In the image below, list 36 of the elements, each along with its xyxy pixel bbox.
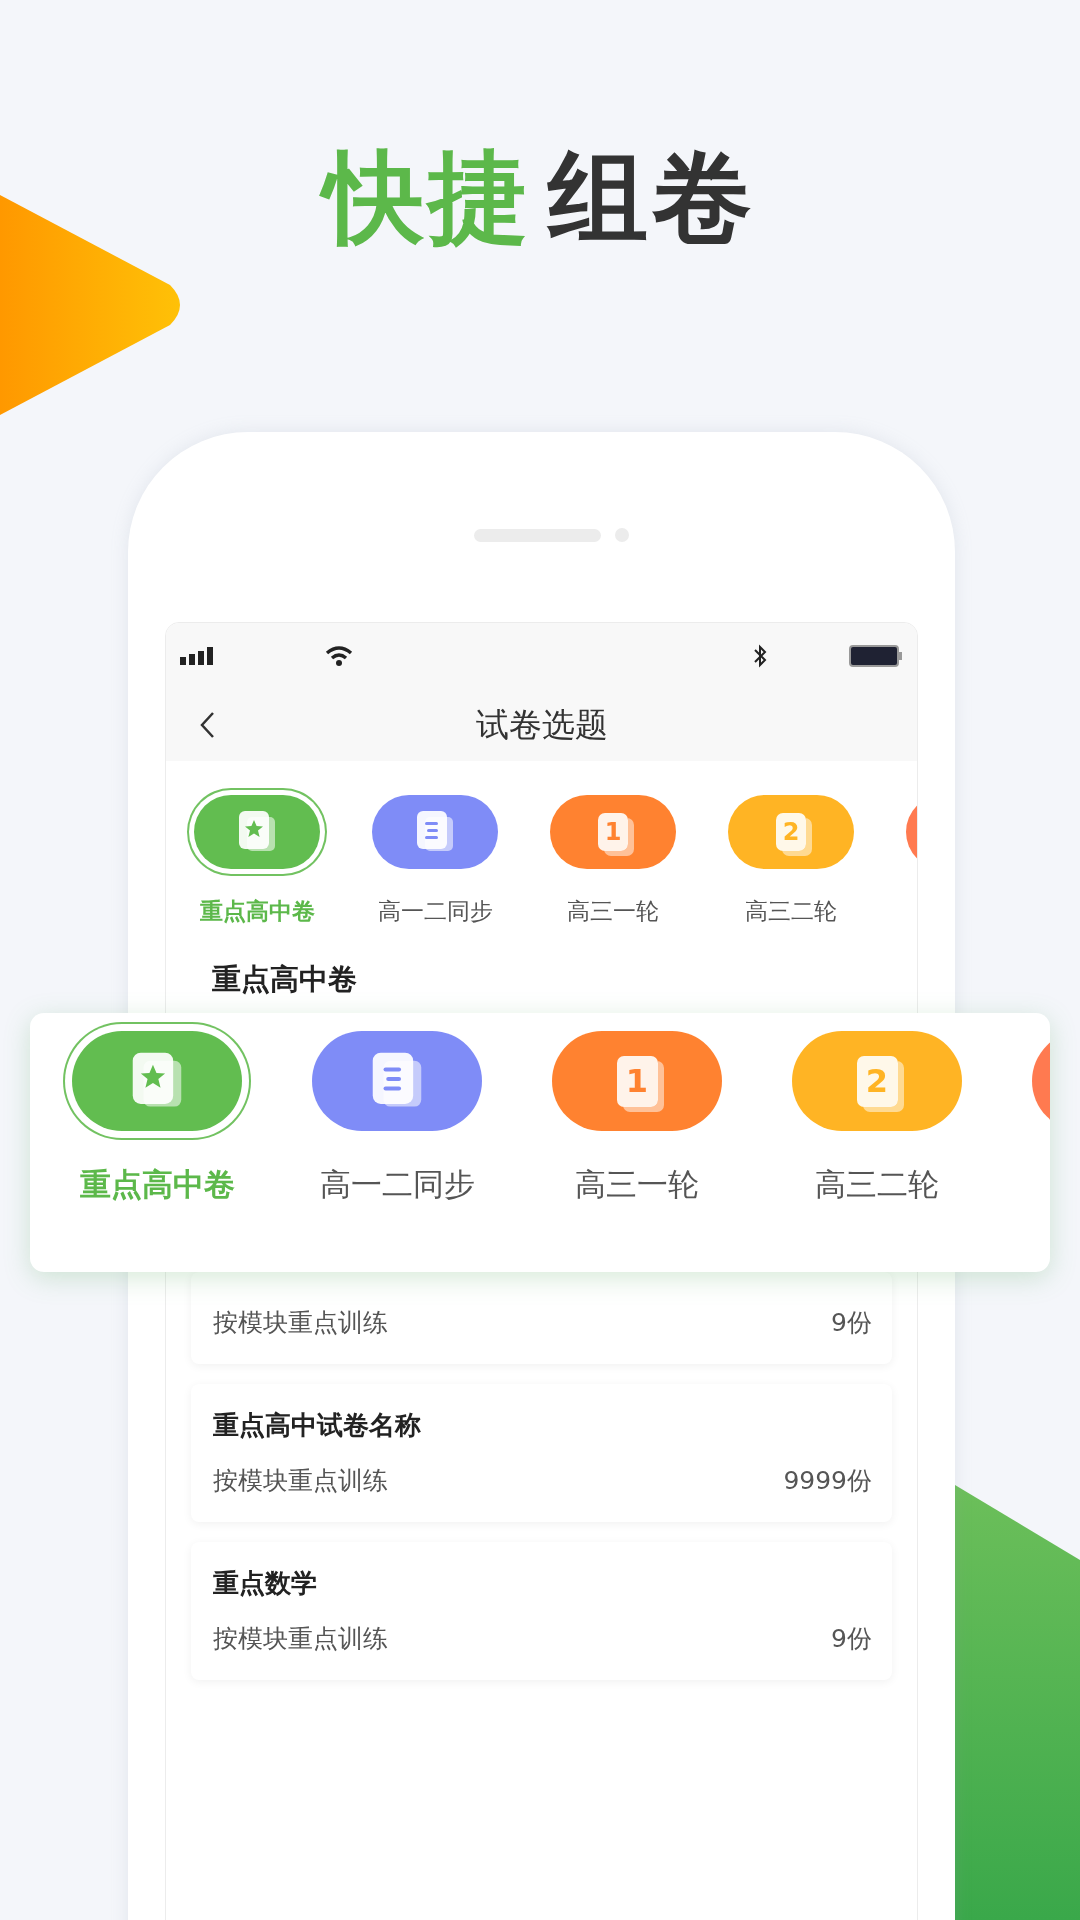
- page-title: 试卷选题: [475, 703, 608, 746]
- paper-card[interactable]: 重点高中试卷名称 按模块重点训练 9999份: [191, 1384, 892, 1522]
- category-button[interactable]: 1: [550, 795, 676, 869]
- number-tile: 1: [616, 1055, 658, 1107]
- category-label: 高一二同步: [377, 897, 493, 926]
- paper-card[interactable]: 按模块重点训练 9份: [191, 1272, 892, 1364]
- category-label: 高三一轮: [567, 897, 659, 926]
- paper-description: 按模块重点训练: [213, 1307, 388, 1339]
- paper-count: 9份: [831, 1623, 872, 1655]
- category-label: 重点高中卷: [199, 897, 315, 926]
- section-heading: 重点高中卷: [212, 961, 358, 997]
- headline-text: 组卷: [546, 138, 757, 258]
- category-label: 高一二同步: [319, 1165, 475, 1204]
- wifi-icon: [325, 646, 353, 666]
- back-icon[interactable]: [199, 711, 215, 739]
- paper-count: 9份: [831, 1307, 872, 1339]
- bluetooth-icon: [753, 644, 767, 668]
- battery-icon: [849, 645, 903, 667]
- number-tile: 1: [598, 813, 628, 851]
- number-tile: 2: [856, 1055, 898, 1107]
- paper-card[interactable]: 重点数学 按模块重点训练 9份: [191, 1542, 892, 1680]
- category-button[interactable]: 2: [792, 1031, 962, 1131]
- number-tile: 2: [776, 813, 806, 851]
- headline-text: 快捷: [316, 125, 540, 270]
- category-label: 高三二轮: [745, 897, 837, 926]
- category-label: 高三一轮: [575, 1165, 699, 1204]
- category-button[interactable]: 1: [552, 1031, 722, 1131]
- category-label: 高三二轮: [815, 1165, 939, 1204]
- paper-description: 按模块重点训练: [213, 1623, 388, 1655]
- category-button[interactable]: 2: [728, 795, 854, 869]
- paper-title: 重点数学: [213, 1567, 318, 1600]
- paper-description: 按模块重点训练: [213, 1465, 388, 1497]
- category-label: 重点高中卷: [79, 1165, 235, 1204]
- paper-title: 重点高中试卷名称: [213, 1409, 422, 1442]
- paper-count: 9999份: [783, 1465, 872, 1497]
- signal-icon: [180, 647, 214, 665]
